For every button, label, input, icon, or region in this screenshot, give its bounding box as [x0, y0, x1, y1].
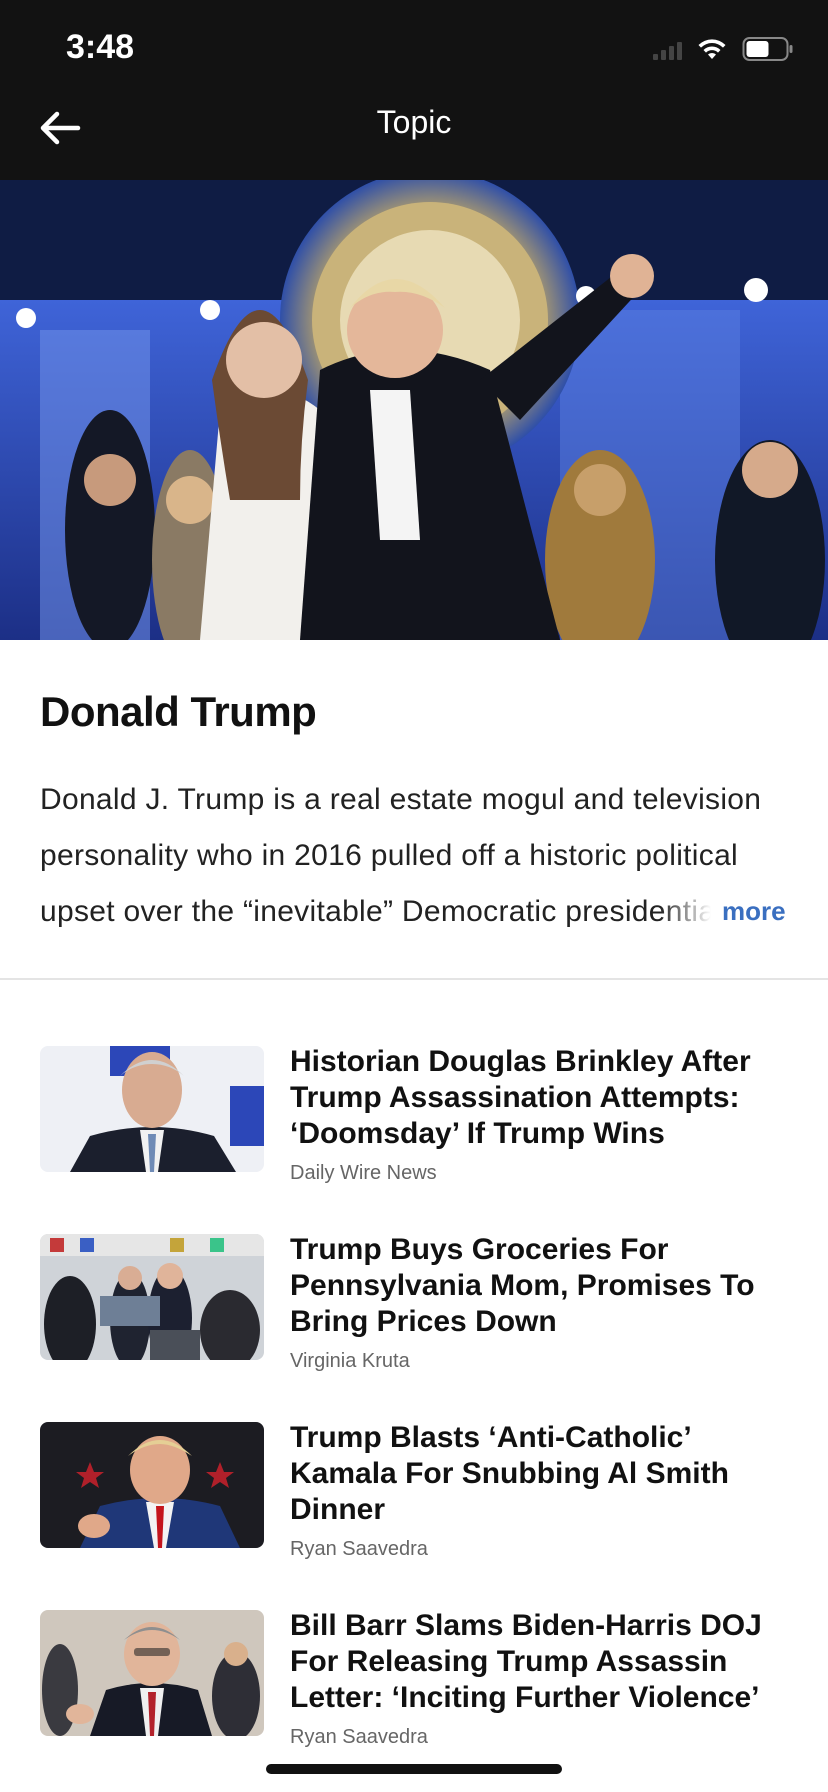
arrow-left-icon	[40, 111, 81, 145]
back-button[interactable]	[36, 104, 84, 152]
article-author: Ryan Saavedra	[290, 1538, 428, 1560]
hero-image	[0, 180, 828, 640]
article-headline[interactable]: Trump Blasts ‘Anti-Catholic’ Kamala For …	[290, 1420, 796, 1528]
cellular-signal-icon	[653, 38, 682, 60]
article-thumbnail[interactable]	[40, 1046, 264, 1172]
article-item[interactable]: Trump Blasts ‘Anti-Catholic’ Kamala For …	[40, 1420, 796, 1561]
article-item[interactable]: Historian Douglas Brinkley After Trump A…	[40, 1044, 796, 1185]
article-item[interactable]: Trump Buys Groceries For Pennsylvania Mo…	[40, 1232, 796, 1373]
topic-screen: 3:48 Topic Donald Trump Donald J. Trump …	[0, 0, 828, 1792]
article-author: Daily Wire News	[290, 1162, 437, 1184]
article-headline[interactable]: Historian Douglas Brinkley After Trump A…	[290, 1044, 796, 1152]
section-divider	[0, 978, 828, 980]
article-text: Trump Buys Groceries For Pennsylvania Mo…	[290, 1232, 796, 1373]
status-icons	[653, 34, 794, 64]
more-link[interactable]: more	[720, 896, 786, 927]
description-fade	[660, 884, 720, 940]
article-text: Trump Blasts ‘Anti-Catholic’ Kamala For …	[290, 1420, 796, 1561]
top-bar: 3:48 Topic	[0, 0, 828, 180]
article-thumbnail[interactable]	[40, 1234, 264, 1360]
page-title: Topic	[376, 104, 452, 140]
article-text: Historian Douglas Brinkley After Trump A…	[290, 1044, 796, 1185]
article-headline[interactable]: Trump Buys Groceries For Pennsylvania Mo…	[290, 1232, 796, 1340]
article-text: Bill Barr Slams Biden-Harris DOJ For Rel…	[290, 1608, 796, 1749]
article-headline[interactable]: Bill Barr Slams Biden-Harris DOJ For Rel…	[290, 1608, 796, 1716]
status-time: 3:48	[66, 28, 135, 66]
article-item[interactable]: Bill Barr Slams Biden-Harris DOJ For Rel…	[40, 1608, 796, 1749]
wifi-icon	[696, 37, 728, 61]
article-author: Virginia Kruta	[290, 1350, 410, 1372]
home-indicator[interactable]	[266, 1764, 562, 1774]
battery-icon	[742, 36, 794, 62]
article-thumbnail[interactable]	[40, 1610, 264, 1736]
topic-title: Donald Trump	[40, 688, 317, 735]
article-author: Ryan Saavedra	[290, 1726, 428, 1748]
article-thumbnail[interactable]	[40, 1422, 264, 1548]
